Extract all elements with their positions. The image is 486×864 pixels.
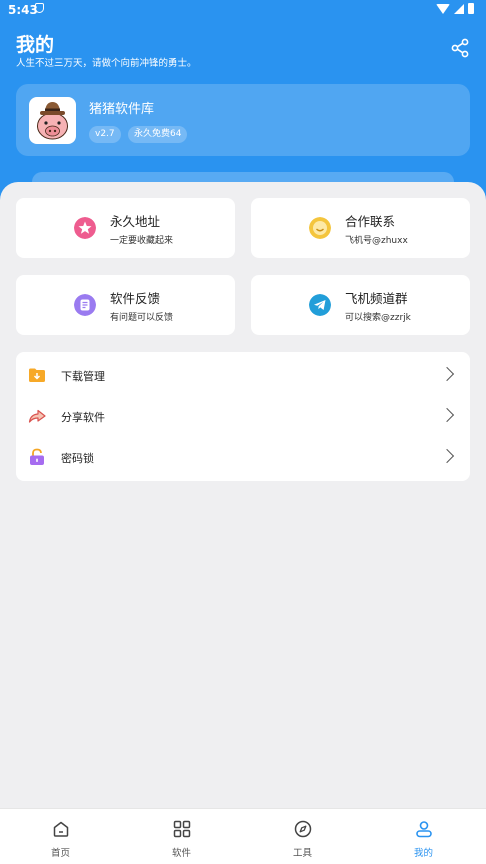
card-subtitle: 一定要收藏起来 (110, 236, 174, 246)
cooperation-card[interactable]: 合作联系 飞机号@zhuxx (251, 198, 470, 258)
tab-tools[interactable]: 工具 (242, 809, 363, 864)
smile-icon (309, 217, 331, 239)
user-icon (415, 821, 432, 838)
permanent-address-card[interactable]: 永久地址 一定要收藏起来 (16, 198, 235, 258)
signal-icon (454, 3, 464, 14)
list-item-label: 密码锁 (61, 452, 94, 465)
star-icon (74, 217, 96, 239)
card-title: 合作联系 (345, 214, 396, 229)
grid-icon (173, 820, 190, 838)
list-item-label: 下载管理 (61, 370, 105, 383)
list-item-label: 分享软件 (61, 411, 105, 424)
tab-label: 我的 (413, 848, 433, 859)
card-title: 永久地址 (110, 214, 161, 229)
tab-software[interactable]: 软件 (121, 809, 242, 864)
bottom-tab-bar: 首页 软件 工具 我的 (0, 808, 486, 864)
plan-badge: 永久免费64 (128, 126, 188, 143)
version-badge: v2.7 (89, 126, 121, 143)
lock-icon (30, 448, 44, 465)
page-title: 我的 (16, 34, 55, 56)
battery-icon (468, 3, 474, 14)
compass-icon (294, 820, 311, 838)
chevron-right-icon (439, 407, 455, 423)
feedback-icon (74, 294, 96, 316)
tab-mine[interactable]: 我的 (363, 809, 484, 864)
chevron-right-icon (439, 366, 455, 382)
list-item-share-software[interactable]: 分享软件 (16, 396, 470, 437)
profile-card[interactable]: 猪猪软件库 v2.7 永久免费64 (16, 84, 470, 156)
list-item-password-lock[interactable]: 密码锁 (16, 437, 470, 478)
status-bar: 5:43 (0, 0, 486, 20)
share-arrow-icon (28, 409, 46, 423)
app-logo (29, 97, 76, 144)
feedback-card[interactable]: 软件反馈 有问题可以反馈 (16, 275, 235, 335)
main-content: 永久地址 一定要收藏起来 合作联系 飞机号@zhuxx 软件反馈 有问题可以反馈… (0, 182, 486, 812)
tab-label: 工具 (292, 848, 312, 859)
card-subtitle: 有问题可以反馈 (110, 313, 174, 323)
tab-home[interactable]: 首页 (0, 809, 121, 864)
card-subtitle: 可以搜索@zzrjk (345, 313, 411, 323)
telegram-channel-card[interactable]: 飞机频道群 可以搜索@zzrjk (251, 275, 470, 335)
vpn-icon (35, 3, 44, 13)
card-title: 飞机频道群 (345, 291, 408, 306)
card-subtitle: 飞机号@zhuxx (345, 236, 408, 246)
page-subtitle: 人生不过三万天，请做个向前冲锋的勇士。 (16, 58, 197, 69)
card-title: 软件反馈 (110, 291, 161, 306)
status-time: 5:43 (8, 3, 38, 17)
tab-label: 首页 (50, 848, 70, 859)
telegram-icon (309, 294, 331, 316)
wifi-icon (436, 3, 450, 14)
tab-label: 软件 (171, 848, 191, 859)
share-icon[interactable] (450, 38, 470, 58)
list-item-download-manager[interactable]: 下载管理 (16, 355, 470, 396)
settings-list: 下载管理 分享软件 密码锁 (16, 352, 470, 481)
chevron-right-icon (439, 448, 455, 464)
home-icon (53, 821, 68, 837)
app-name: 猪猪软件库 (89, 102, 155, 117)
download-folder-icon (29, 368, 45, 382)
